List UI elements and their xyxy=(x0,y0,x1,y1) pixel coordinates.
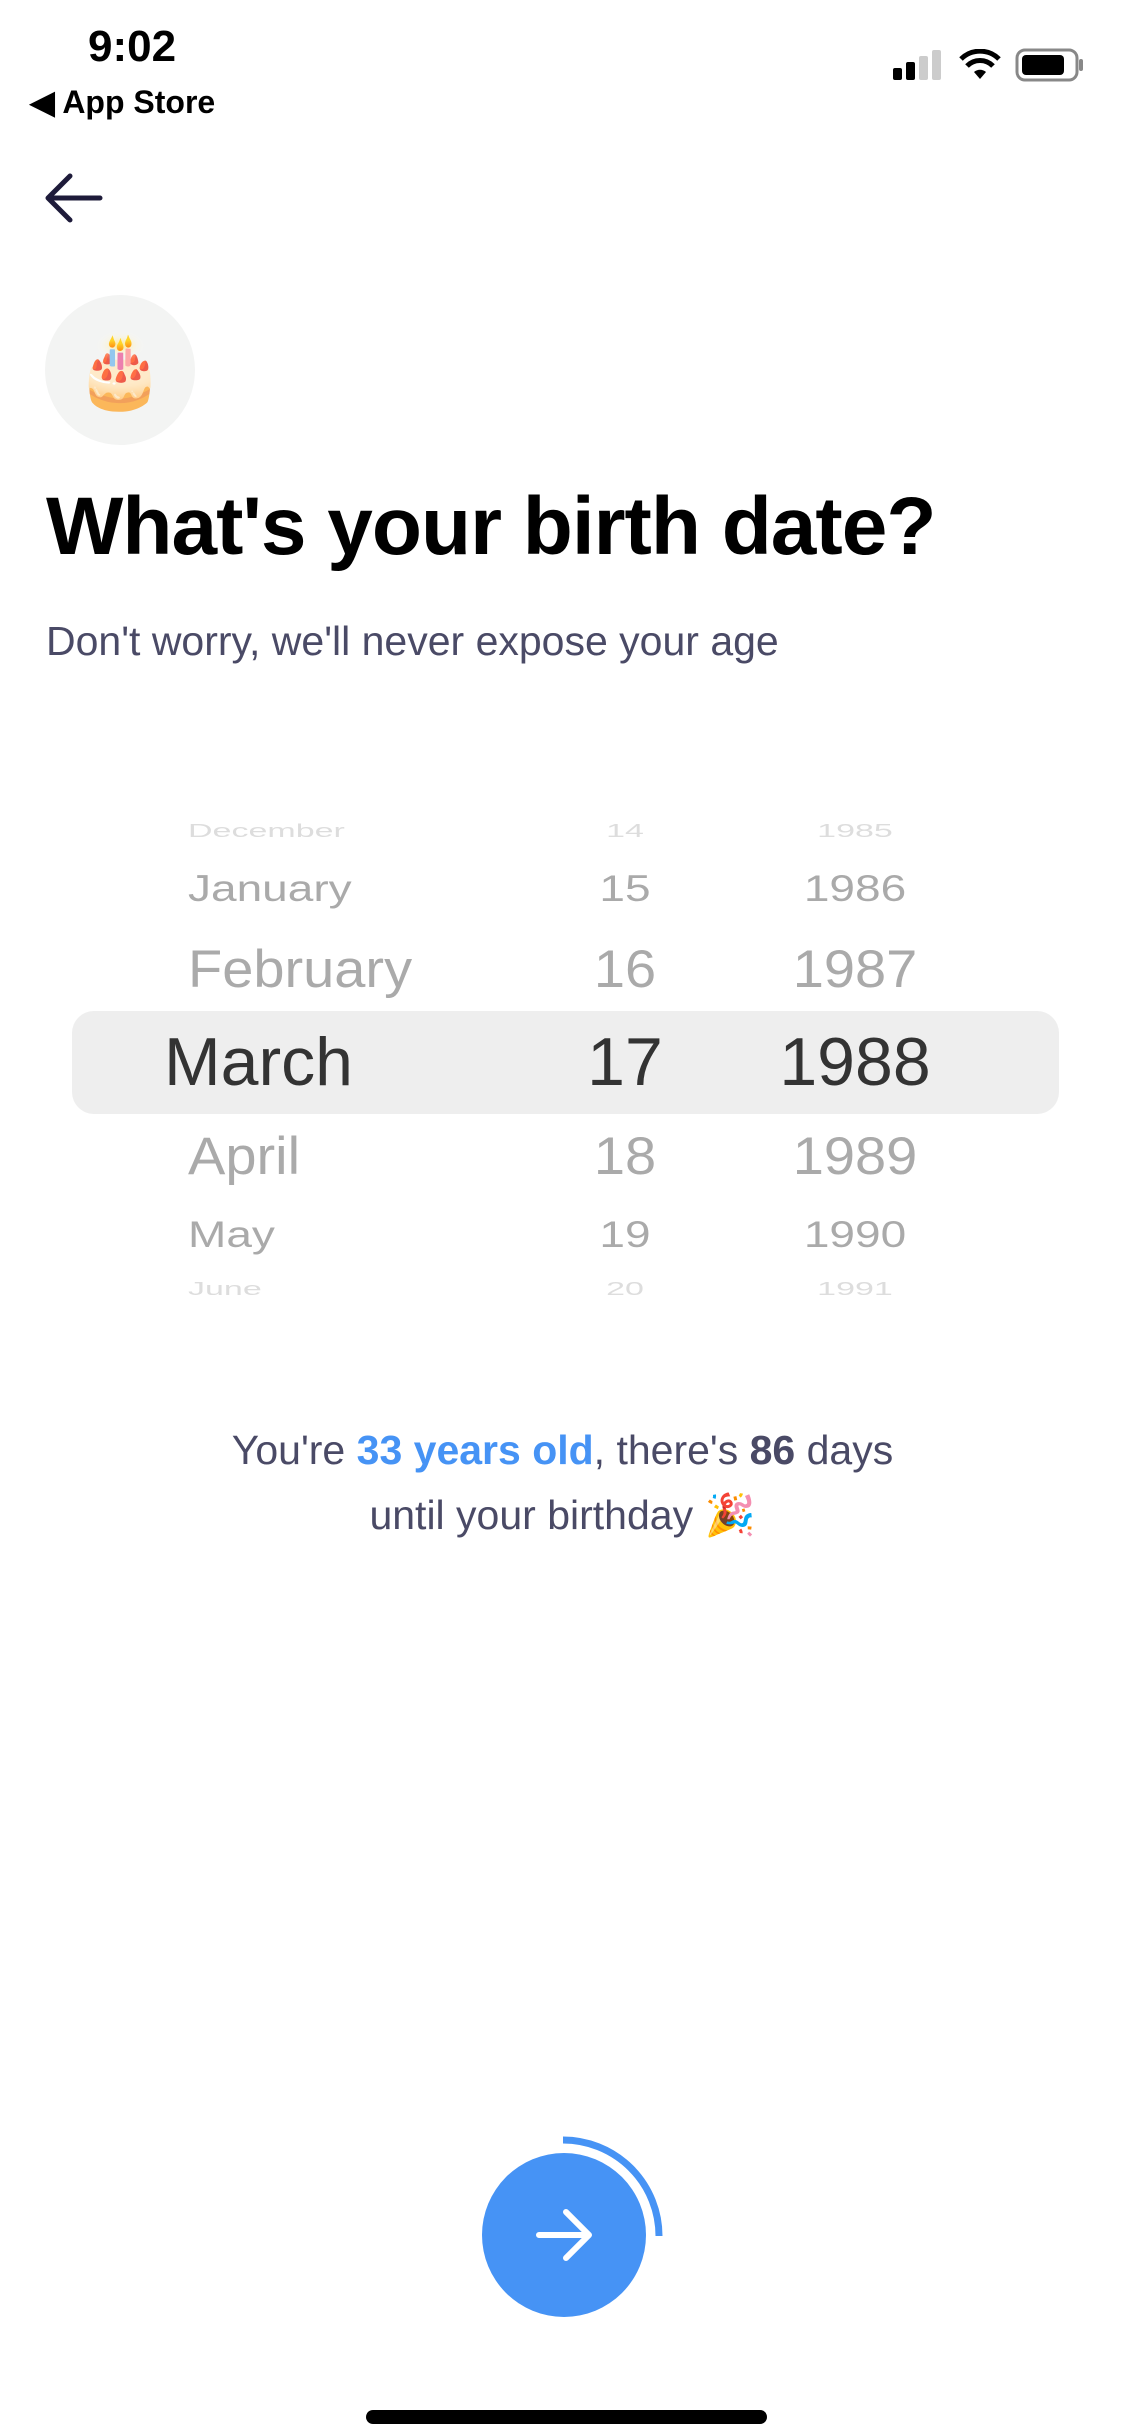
picker-year-option[interactable]: 1988 xyxy=(760,1028,950,1096)
wifi-icon xyxy=(959,49,1001,79)
picker-year-option[interactable]: 1985 xyxy=(760,815,950,848)
back-to-app-store-link[interactable]: ◀ App Store xyxy=(30,83,215,121)
picker-day-option[interactable]: 17 xyxy=(560,1028,690,1096)
picker-day-option[interactable]: 16 xyxy=(560,940,690,998)
picker-day-option[interactable]: 20 xyxy=(560,1273,690,1306)
picker-year-option[interactable]: 1991 xyxy=(760,1273,950,1306)
picker-year-option[interactable]: 1989 xyxy=(760,1127,950,1185)
picker-day-option[interactable]: 19 xyxy=(560,1210,690,1258)
info-middle: , there's xyxy=(593,1427,750,1473)
info-suffix: days xyxy=(795,1427,894,1473)
picker-day-option[interactable]: 15 xyxy=(560,864,690,912)
picker-day-option[interactable]: 18 xyxy=(560,1127,690,1185)
picker-year-option[interactable]: 1990 xyxy=(760,1210,950,1258)
picker-month-option[interactable]: January xyxy=(188,864,352,912)
days-until-birthday: 86 xyxy=(749,1427,796,1473)
page-title: What's your birth date? xyxy=(46,481,936,572)
status-icons xyxy=(893,48,1085,82)
battery-icon xyxy=(1015,48,1083,82)
home-indicator[interactable] xyxy=(366,2410,767,2424)
picker-year-option[interactable]: 1987 xyxy=(760,940,950,998)
next-button[interactable] xyxy=(482,2153,646,2317)
back-button[interactable] xyxy=(40,168,110,228)
status-time: 9:02 xyxy=(88,22,177,71)
age-info: You're 33 years old, there's 86 days unt… xyxy=(0,1418,1125,1548)
info-line2: until your birthday xyxy=(369,1492,694,1538)
party-popper-icon: 🎉 xyxy=(704,1492,756,1538)
arrow-right-icon xyxy=(536,2209,592,2261)
picker-month-option[interactable]: February xyxy=(188,940,412,998)
page-subtitle: Don't worry, we'll never expose your age xyxy=(46,618,779,664)
picker-day-option[interactable]: 14 xyxy=(560,815,690,848)
birthday-cake-icon: 🎂 xyxy=(45,295,195,445)
arrow-left-icon xyxy=(45,173,103,223)
picker-month-option[interactable]: June xyxy=(188,1273,262,1306)
picker-month-option[interactable]: December xyxy=(188,815,345,848)
age-value: 33 years old xyxy=(356,1427,594,1473)
picker-year-option[interactable]: 1986 xyxy=(760,864,950,912)
cellular-signal-icon xyxy=(893,50,945,80)
picker-month-option[interactable]: March xyxy=(164,1028,353,1096)
picker-month-option[interactable]: May xyxy=(188,1210,275,1258)
picker-month-option[interactable]: April xyxy=(188,1127,300,1185)
info-prefix: You're xyxy=(231,1427,357,1473)
